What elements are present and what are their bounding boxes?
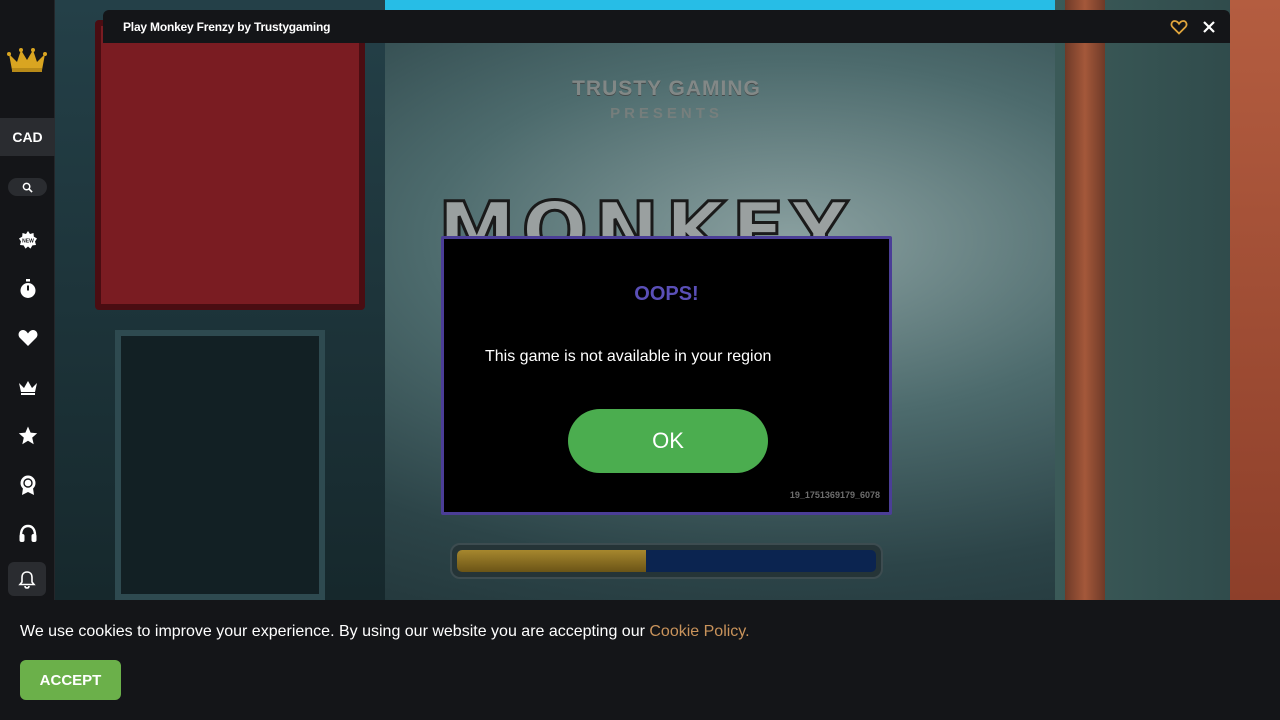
sidebar: CAD NEW <box>0 0 55 600</box>
close-icon <box>1203 21 1215 33</box>
notifications-button[interactable] <box>8 562 46 596</box>
heart-outline-icon <box>1170 20 1188 35</box>
bell-icon <box>18 570 36 589</box>
cookie-text: We use cookies to improve your experienc… <box>20 623 750 641</box>
search-button[interactable] <box>8 178 47 196</box>
loading-bar <box>450 543 883 579</box>
crown-logo-icon[interactable] <box>7 44 47 74</box>
dialog-title: OOPS! <box>634 283 699 305</box>
loading-bar-fill <box>457 550 646 572</box>
game-title: Play Monkey Frenzy by Trustygaming <box>123 20 331 34</box>
cookie-message: We use cookies to improve your experienc… <box>20 623 650 640</box>
dialog-message: This game is not available in your regio… <box>485 348 772 365</box>
cookie-banner: We use cookies to improve your experienc… <box>0 600 1280 720</box>
error-dialog: OOPS! This game is not available in your… <box>441 236 892 515</box>
new-badge-icon[interactable]: NEW <box>14 226 41 253</box>
svg-text:NEW: NEW <box>22 238 34 244</box>
favorite-button[interactable] <box>1170 18 1188 36</box>
ok-button[interactable]: OK <box>568 409 768 473</box>
close-button[interactable] <box>1200 18 1218 36</box>
crown-icon[interactable] <box>14 373 41 400</box>
loading-bar-track <box>457 550 876 572</box>
error-code: 19_1751369179_6078 <box>789 490 880 500</box>
currency-selector[interactable]: CAD <box>0 118 55 156</box>
game-titlebar: Play Monkey Frenzy by Trustygaming <box>103 10 1230 43</box>
publisher-subtitle: PRESENTS <box>610 105 723 122</box>
accept-button[interactable]: ACCEPT <box>20 660 121 700</box>
stopwatch-icon[interactable] <box>14 275 41 302</box>
publisher-title: TRUSTY GAMING <box>572 77 761 100</box>
background-building-far-right <box>1230 0 1280 600</box>
cookie-policy-link[interactable]: Cookie Policy. <box>649 623 749 640</box>
heart-icon[interactable] <box>14 324 41 351</box>
award-icon[interactable] <box>14 471 41 498</box>
headset-icon[interactable] <box>14 520 41 547</box>
star-icon[interactable] <box>14 422 41 449</box>
search-icon <box>22 182 33 193</box>
